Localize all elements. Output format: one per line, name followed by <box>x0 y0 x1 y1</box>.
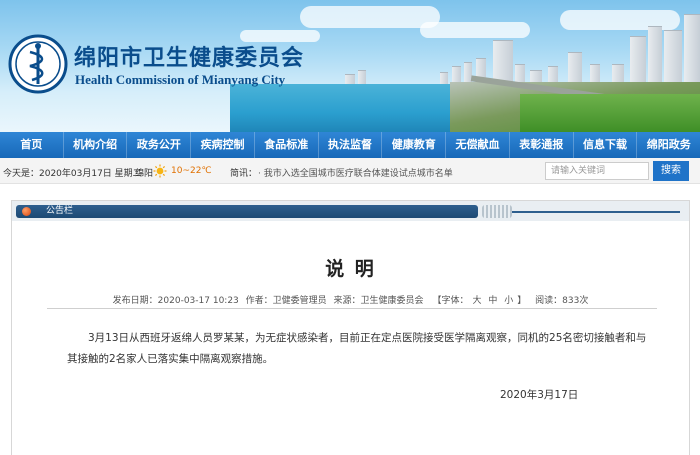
weather-city: 绵阳 <box>135 169 154 179</box>
article-title: 说 明 <box>325 258 376 280</box>
site-title[interactable]: 绵阳市卫生健康委员会 <box>74 40 304 72</box>
panel-header: 公告栏 <box>12 201 689 221</box>
nav-item-notices[interactable]: 表彰通报 <box>510 132 574 158</box>
divider <box>47 308 657 309</box>
tab-bulletin[interactable]: 公告栏 <box>16 205 478 218</box>
article-body: 3月13日从西班牙返绵人员罗某某，为无症状感染者，目前正在定点医院接受医学隔离观… <box>67 332 647 365</box>
building <box>568 52 582 86</box>
news-brief-link[interactable]: · 我市入选全国城市医疗联合体建设试点城市名单 <box>258 166 453 179</box>
cloud <box>300 6 440 28</box>
building <box>630 36 646 86</box>
announcement-panel: 公告栏 说 明 发布日期：2020-03-17 10:23 作者：卫健委管理员 … <box>11 200 690 455</box>
sun-icon <box>153 164 167 178</box>
tab-underline <box>512 211 680 213</box>
nav-item-home[interactable]: 首页 <box>0 132 64 158</box>
tab-bulletin-label: 公告栏 <box>46 206 74 216</box>
nav-item-food-standards[interactable]: 食品标准 <box>255 132 319 158</box>
font-size-close: 】 <box>517 296 527 306</box>
tab-decoration <box>482 205 512 218</box>
building <box>648 26 662 86</box>
nav-item-about[interactable]: 机构介绍 <box>64 132 128 158</box>
temperature: 10~22℃ <box>171 166 212 176</box>
nav-item-enforcement[interactable]: 执法监督 <box>319 132 383 158</box>
article-author: 作者：卫健委管理员 <box>245 296 327 306</box>
nav-item-mianyang-gov[interactable]: 绵阳政务 <box>637 132 700 158</box>
lawn <box>520 94 700 132</box>
building <box>664 30 682 86</box>
site-subtitle[interactable]: Health Commission of Mianyang City <box>75 72 285 88</box>
current-date: 今天是：2020年03月17日 星期二 <box>3 169 142 179</box>
article-sign-date: 2020年3月17日 <box>500 389 579 401</box>
building <box>684 14 700 86</box>
search-button[interactable]: 搜索 <box>653 161 689 181</box>
bullet-icon <box>22 207 31 216</box>
nav-item-gov-affairs[interactable]: 政务公开 <box>127 132 192 158</box>
cloud <box>420 22 530 38</box>
font-size-label: 【字体： <box>432 296 469 306</box>
main-nav: 首页 机构介绍 政务公开 疾病控制 食品标准 执法监督 健康教育 无偿献血 表彰… <box>0 132 700 158</box>
nav-item-blood-donation[interactable]: 无偿献血 <box>446 132 510 158</box>
nav-item-disease-control[interactable]: 疾病控制 <box>191 132 255 158</box>
font-size-small[interactable]: 小 <box>504 296 513 306</box>
nav-item-downloads[interactable]: 信息下载 <box>574 132 638 158</box>
search-input[interactable] <box>545 162 649 180</box>
cloud <box>560 10 680 30</box>
font-size-control: 【字体：大 中 小】 <box>430 296 528 306</box>
font-size-medium[interactable]: 中 <box>488 296 497 306</box>
article-meta: 发布日期：2020-03-17 10:23 作者：卫健委管理员 来源：卫生健康委… <box>12 293 689 306</box>
nav-item-health-education[interactable]: 健康教育 <box>382 132 447 158</box>
article-source: 来源：卫生健康委员会 <box>333 296 424 306</box>
logo-icon[interactable] <box>8 34 68 94</box>
publish-date: 发布日期：2020-03-17 10:23 <box>112 296 239 306</box>
font-size-large[interactable]: 大 <box>472 296 481 306</box>
news-brief-label: 简讯： <box>230 169 258 179</box>
view-count: 阅读：833次 <box>535 296 589 306</box>
header-banner: 绵阳市卫生健康委员会 Health Commission of Mianyang… <box>0 0 700 132</box>
